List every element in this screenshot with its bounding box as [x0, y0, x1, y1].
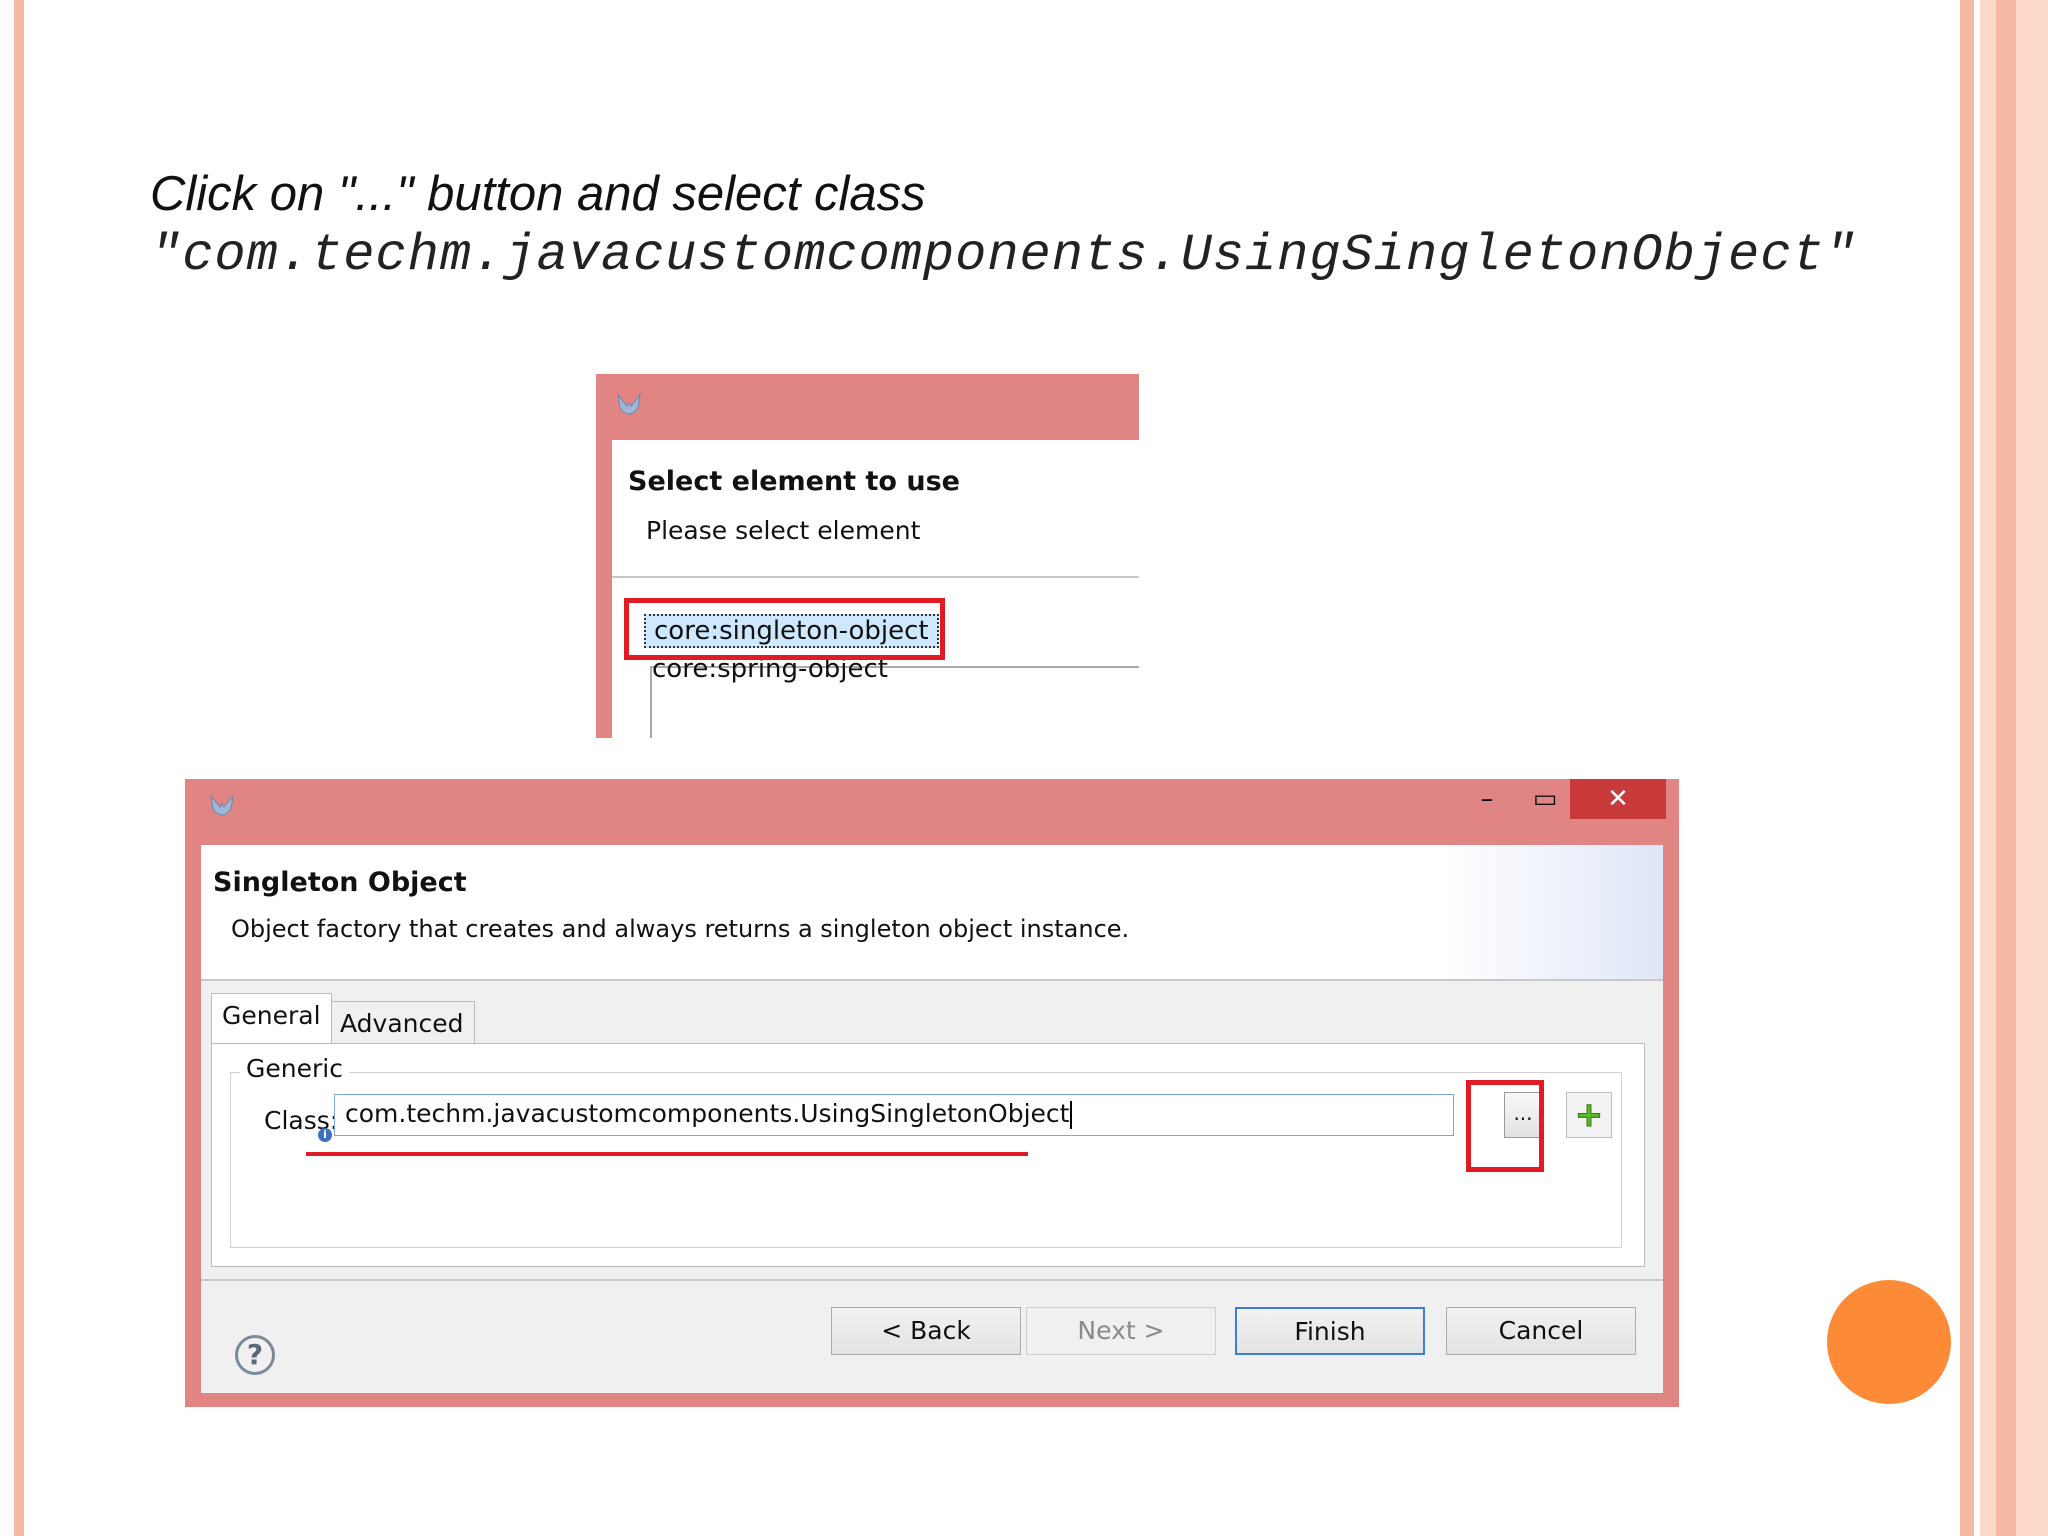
dialog-title: Singleton Object: [213, 867, 467, 898]
decorative-orange-circle: [1827, 1280, 1951, 1404]
singleton-object-dialog: – ▭ ✕ Singleton Object Object factory th…: [185, 779, 1679, 1407]
slide-right-stripe-2: [1980, 0, 1996, 1536]
plus-icon: +: [1574, 1095, 1604, 1136]
slide-left-stripe: [14, 0, 24, 1536]
class-input[interactable]: com.techm.javacustomcomponents.UsingSing…: [334, 1094, 1454, 1136]
maximize-button[interactable]: ▭: [1517, 779, 1573, 819]
slide-right-stripe-1: [1960, 0, 1974, 1536]
minimize-button[interactable]: –: [1459, 779, 1515, 819]
app-icon: [617, 393, 641, 415]
tab-advanced[interactable]: Advanced: [329, 1001, 475, 1045]
dialog-content: Singleton Object Object factory that cre…: [201, 845, 1663, 1393]
general-tab-panel: Generic Class: i com.techm.javacustomcom…: [211, 1043, 1645, 1267]
next-button[interactable]: Next >: [1026, 1307, 1216, 1355]
dialog-description: Object factory that creates and always r…: [231, 915, 1130, 943]
help-icon[interactable]: ?: [235, 1335, 275, 1375]
text-caret: [1070, 1101, 1073, 1129]
tab-general[interactable]: General: [211, 993, 332, 1043]
highlight-box-singleton: [624, 598, 945, 660]
slide-right-stripe-4: [2016, 0, 2048, 1536]
add-button[interactable]: +: [1566, 1092, 1612, 1138]
instruction-text-line1: Click on "..." button and select class: [150, 167, 926, 221]
footer-separator: [201, 1279, 1663, 1281]
highlight-underline: [306, 1152, 1028, 1156]
select-element-subtitle: Please select element: [646, 516, 921, 545]
class-input-value: com.techm.javacustomcomponents.UsingSing…: [345, 1099, 1070, 1128]
cancel-button[interactable]: Cancel: [1446, 1307, 1636, 1355]
highlight-box-browse: [1466, 1080, 1544, 1172]
generic-group-label: Generic: [240, 1054, 349, 1083]
info-icon: i: [318, 1128, 332, 1142]
select-element-title: Select element to use: [628, 466, 960, 497]
dialog-header: Singleton Object Object factory that cre…: [201, 845, 1663, 981]
back-button[interactable]: < Back: [831, 1307, 1021, 1355]
select-element-header: [612, 440, 1139, 578]
instruction-text-line2: "com.techm.javacustomcomponents.UsingSin…: [150, 226, 1857, 285]
slide-right-stripe-3: [1996, 0, 2016, 1536]
finish-button[interactable]: Finish: [1235, 1307, 1425, 1355]
close-button[interactable]: ✕: [1570, 779, 1666, 819]
app-icon: [210, 794, 234, 816]
